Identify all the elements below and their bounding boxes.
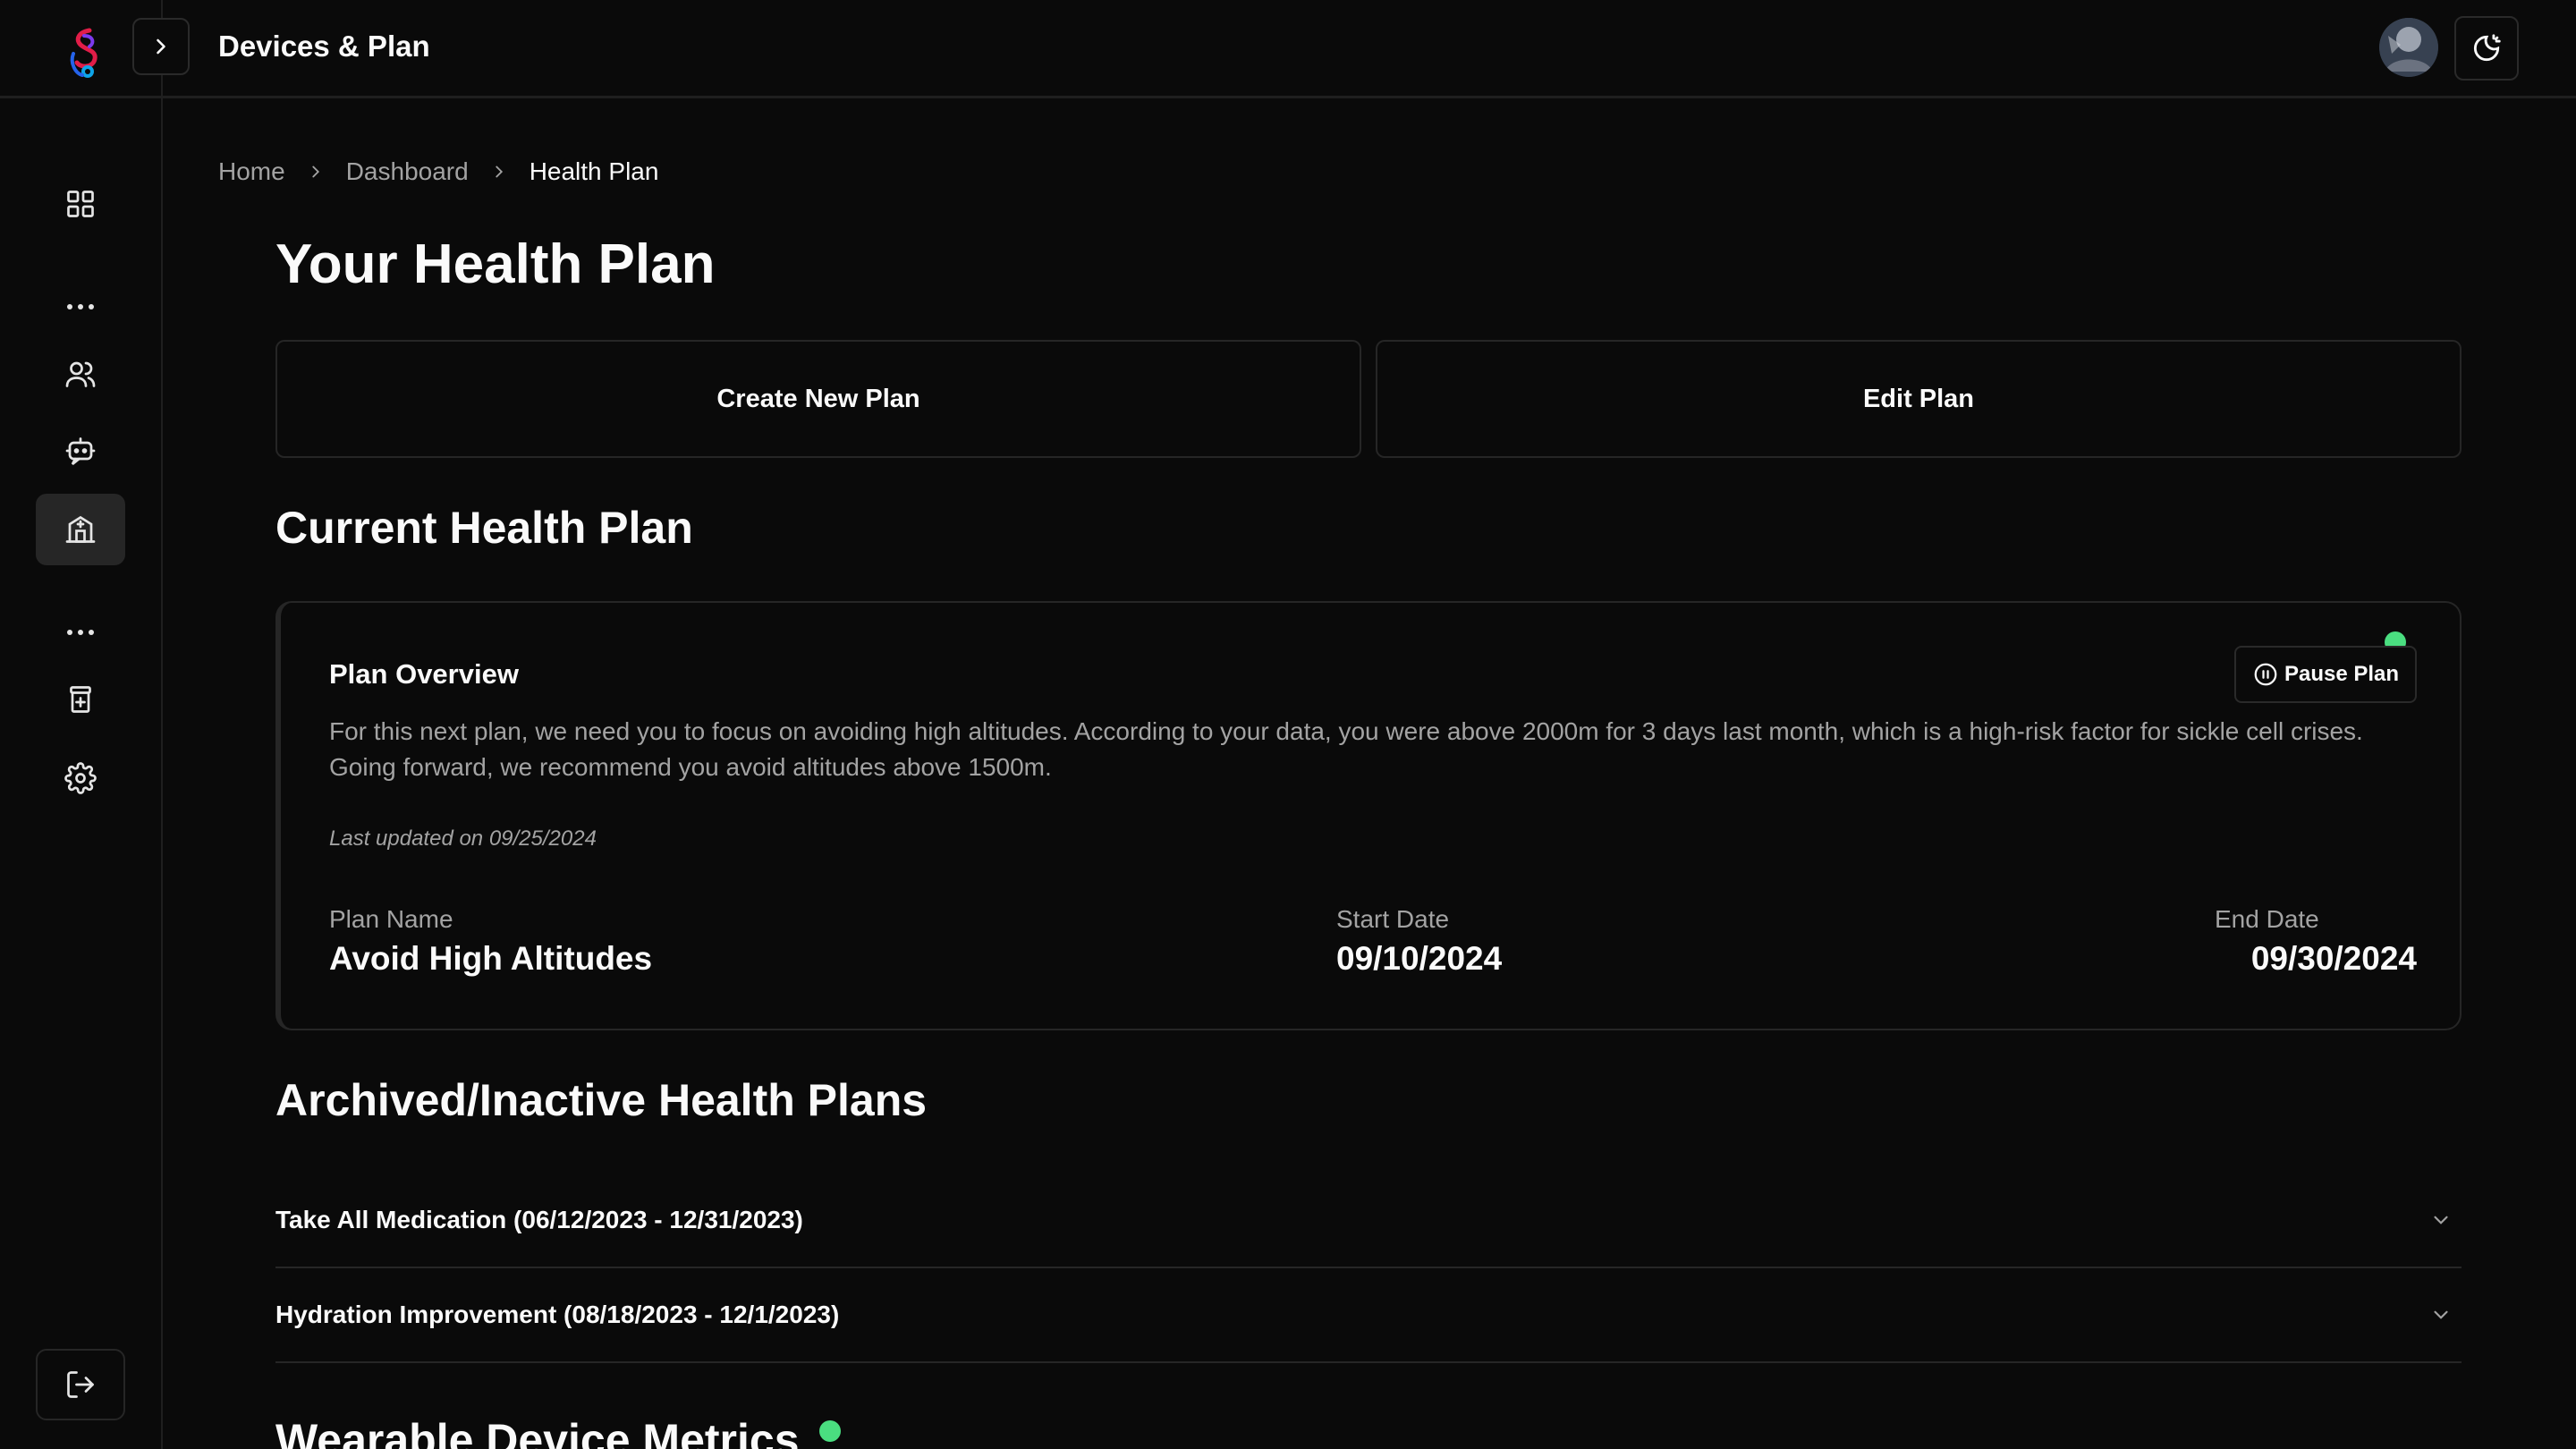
plan-overview-title: Plan Overview — [329, 658, 519, 690]
edit-plan-button[interactable]: Edit Plan — [1376, 340, 2462, 458]
archived-plan-row[interactable]: Take All Medication (06/12/2023 - 12/31/… — [275, 1174, 2462, 1268]
app-root: Devices & Plan Home Dashboard Health Pla… — [0, 0, 2576, 1449]
breadcrumb: Home Dashboard Health Plan — [218, 154, 658, 190]
settings-gear-icon — [64, 762, 97, 794]
plan-description: For this next plan, we need you to focus… — [329, 717, 2363, 781]
chatbot-icon — [65, 437, 96, 466]
sidebar-more-dots — [36, 619, 125, 646]
sidebar-item-settings[interactable] — [36, 742, 125, 814]
archived-section-title: Archived/Inactive Health Plans — [275, 1075, 928, 1125]
pause-plan-button[interactable]: Pause Plan — [2234, 646, 2417, 703]
create-new-plan-button[interactable]: Create New Plan — [275, 340, 1361, 458]
header-title: Devices & Plan — [218, 30, 430, 63]
sidebar — [0, 0, 163, 1449]
breadcrumb-dashboard[interactable]: Dashboard — [346, 157, 469, 186]
chevron-right-icon — [157, 38, 165, 55]
archived-plan-label: Take All Medication (06/12/2023 - 12/31/… — [275, 1206, 803, 1233]
sidebar-more-dots — [36, 293, 125, 320]
sidebar-toggle-button[interactable] — [132, 18, 190, 75]
chevron-down-icon — [2434, 1310, 2448, 1319]
moon-sun-icon — [2473, 34, 2501, 62]
plan-name-label: Plan Name — [329, 905, 453, 933]
breadcrumb-home[interactable]: Home — [218, 157, 285, 186]
pause-plan-label: Pause Plan — [2284, 662, 2400, 686]
pause-circle-icon — [2254, 663, 2277, 686]
plan-name-value: Avoid High Altitudes — [329, 940, 653, 977]
user-avatar[interactable] — [2379, 18, 2438, 77]
breadcrumb-current: Health Plan — [529, 157, 659, 185]
sidebar-item-dashboard[interactable] — [36, 168, 125, 240]
logout-icon — [67, 1371, 94, 1398]
chevron-down-icon — [2434, 1216, 2448, 1224]
dashboard-grid-icon — [67, 191, 94, 217]
current-plan-card: Plan Overview Pause Plan For this next p… — [275, 601, 2462, 1030]
sidebar-item-chatbot[interactable] — [36, 415, 125, 487]
start-date-value: 09/10/2024 — [1336, 940, 1503, 977]
archived-plan-label: Hydration Improvement (08/18/2023 - 12/1… — [275, 1301, 840, 1328]
start-date-label: Start Date — [1336, 905, 1450, 933]
sidebar-item-users[interactable] — [36, 338, 125, 410]
last-updated-text: Last updated on 09/25/2024 — [329, 826, 597, 851]
top-header: Devices & Plan — [0, 0, 2576, 98]
sidebar-item-health-plan[interactable] — [36, 494, 125, 565]
theme-toggle-button[interactable] — [2454, 16, 2519, 80]
sidebar-item-medication[interactable] — [36, 664, 125, 735]
logout-button[interactable] — [36, 1349, 125, 1420]
health-plan-icon — [65, 515, 96, 543]
current-plan-section-title: Current Health Plan — [275, 503, 693, 553]
users-icon — [65, 361, 96, 387]
device-status-dot — [819, 1420, 841, 1442]
archived-plan-row[interactable]: Hydration Improvement (08/18/2023 - 12/1… — [275, 1268, 2462, 1363]
wearable-section-title: Wearable Device Metrics — [275, 1415, 800, 1449]
chevron-right-icon — [285, 162, 346, 182]
page-title: Your Health Plan — [275, 233, 716, 295]
end-date-label: End Date — [2215, 905, 2319, 933]
chevron-right-icon — [469, 162, 530, 182]
end-date-value: 09/30/2024 — [2250, 940, 2417, 977]
medication-icon — [70, 686, 91, 713]
